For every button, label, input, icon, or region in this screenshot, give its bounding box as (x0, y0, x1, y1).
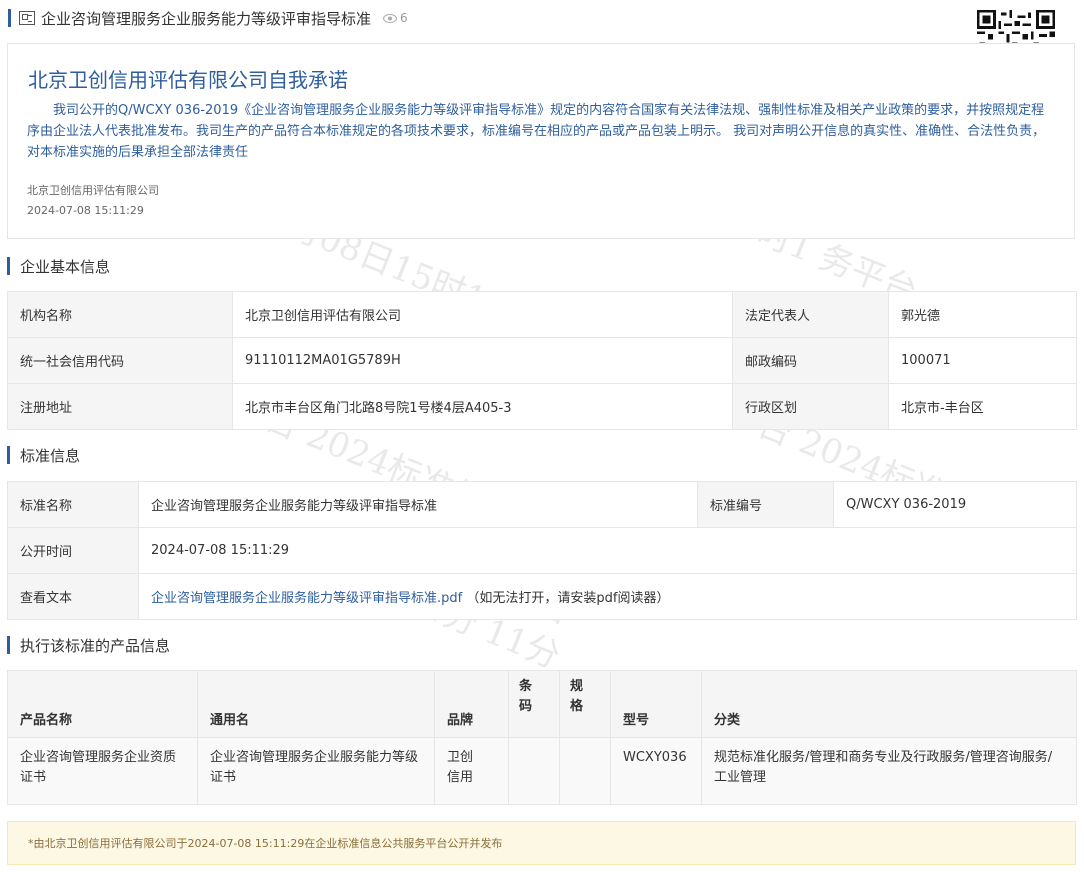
view-text-cell: 企业咨询管理服务企业服务能力等级评审指导标准.pdf （如无法打开，请安装pdf… (138, 573, 1077, 620)
section-accent-bar (7, 636, 10, 654)
header-accent-bar (8, 9, 11, 27)
table-row: 标准名称 企业咨询管理服务企业服务能力等级评审指导标准 标准编号 Q/WCXY … (7, 481, 1077, 528)
table-row: 公开时间 2024-07-08 15:11:29 (7, 527, 1077, 574)
org-name-label: 机构名称 (7, 291, 233, 338)
header: 企业咨询管理服务企业服务能力等级评审指导标准 6 (8, 8, 408, 28)
col-brand: 品牌 (434, 670, 509, 738)
publish-time-label: 公开时间 (7, 527, 139, 574)
legal-rep-value: 郭光德 (888, 291, 1077, 338)
table-row: 注册地址 北京市丰台区角门北路8号院1号楼4层A405-3 行政区划 北京市-丰… (7, 383, 1077, 430)
section-accent-bar (7, 257, 10, 275)
col-product-name: 产品名称 (7, 670, 198, 738)
section-title: 企业基本信息 (20, 257, 111, 276)
eye-icon (383, 13, 398, 23)
credit-code-value: 91110112MA01G5789H (232, 337, 733, 384)
org-name-value: 北京卫创信用评估有限公司 (232, 291, 733, 338)
credit-code-label: 统一社会信用代码 (7, 337, 233, 384)
cell-brand: 卫创信用 (434, 737, 509, 805)
view-count: 6 (383, 11, 408, 25)
commitment-time: 2024-07-08 15:11:29 (27, 204, 144, 217)
table-row: 查看文本 企业咨询管理服务企业服务能力等级评审指导标准.pdf （如无法打开，请… (7, 573, 1077, 620)
cell-product-name: 企业咨询管理服务企业资质证书 (7, 737, 198, 805)
cell-category: 规范标准化服务/管理和商务专业及行政服务/管理咨询服务/工业管理 (701, 737, 1077, 805)
address-label: 注册地址 (7, 383, 233, 430)
col-barcode: 条码 (508, 670, 560, 738)
section-standard-info-heading: 标准信息 (7, 445, 80, 465)
page-title: 企业咨询管理服务企业服务能力等级评审指导标准 (41, 9, 372, 28)
col-common-name: 通用名 (197, 670, 435, 738)
standard-name-value: 企业咨询管理服务企业服务能力等级评审指导标准 (138, 481, 698, 528)
table-row: 企业咨询管理服务企业资质证书 企业咨询管理服务企业服务能力等级证书 卫创信用 W… (7, 737, 1077, 805)
col-spec: 规格 (559, 670, 611, 738)
legal-rep-label: 法定代表人 (732, 291, 889, 338)
standard-info-table: 标准名称 企业咨询管理服务企业服务能力等级评审指导标准 标准编号 Q/WCXY … (7, 481, 1077, 620)
table-row: 机构名称 北京卫创信用评估有限公司 法定代表人 郭光德 (7, 291, 1077, 338)
postal-code-label: 邮政编码 (732, 337, 889, 384)
self-commitment-card: 北京卫创信用评估有限公司自我承诺 我司公开的Q/WCXY 036-2019《企业… (7, 43, 1075, 239)
section-accent-bar (7, 446, 10, 464)
col-category: 分类 (701, 670, 1077, 738)
standard-pdf-link[interactable]: 企业咨询管理服务企业服务能力等级评审指导标准.pdf (151, 591, 462, 606)
cell-model: WCXY036 (610, 737, 702, 805)
address-value: 北京市丰台区角门北路8号院1号楼4层A405-3 (232, 383, 733, 430)
section-title: 标准信息 (20, 446, 81, 465)
view-text-label: 查看文本 (7, 573, 139, 620)
commitment-company: 北京卫创信用评估有限公司 (27, 184, 159, 197)
district-value: 北京市-丰台区 (888, 383, 1077, 430)
cell-spec (559, 737, 611, 805)
table-header-row: 产品名称 通用名 品牌 条码 规格 型号 分类 (7, 670, 1077, 738)
document-icon (19, 11, 35, 25)
view-count-value: 6 (400, 11, 408, 25)
publish-time-value: 2024-07-08 15:11:29 (138, 527, 1077, 574)
products-table: 产品名称 通用名 品牌 条码 规格 型号 分类 企业咨询管理服务企业资质证书 企… (7, 670, 1077, 805)
cell-common-name: 企业咨询管理服务企业服务能力等级证书 (197, 737, 435, 805)
col-model: 型号 (610, 670, 702, 738)
table-row: 统一社会信用代码 91110112MA01G5789H 邮政编码 100071 (7, 337, 1077, 384)
section-products-heading: 执行该标准的产品信息 (7, 635, 170, 655)
basic-info-table: 机构名称 北京卫创信用评估有限公司 法定代表人 郭光德 统一社会信用代码 911… (7, 291, 1077, 430)
section-title: 执行该标准的产品信息 (20, 636, 171, 655)
standard-code-label: 标准编号 (697, 481, 834, 528)
postal-code-value: 100071 (888, 337, 1077, 384)
pdf-reader-hint: （如无法打开，请安装pdf阅读器） (466, 591, 670, 606)
cell-barcode (508, 737, 560, 805)
commitment-title: 北京卫创信用评估有限公司自我承诺 (28, 68, 348, 92)
standard-name-label: 标准名称 (7, 481, 139, 528)
section-basic-info-heading: 企业基本信息 (7, 256, 110, 276)
standard-code-value: Q/WCXY 036-2019 (833, 481, 1077, 528)
commitment-text: 我司公开的Q/WCXY 036-2019《企业咨询管理服务企业服务能力等级评审指… (27, 103, 1046, 160)
district-label: 行政区划 (732, 383, 889, 430)
publish-footer-note: *由北京卫创信用评估有限公司于2024-07-08 15:11:29在企业标准信… (7, 821, 1076, 865)
